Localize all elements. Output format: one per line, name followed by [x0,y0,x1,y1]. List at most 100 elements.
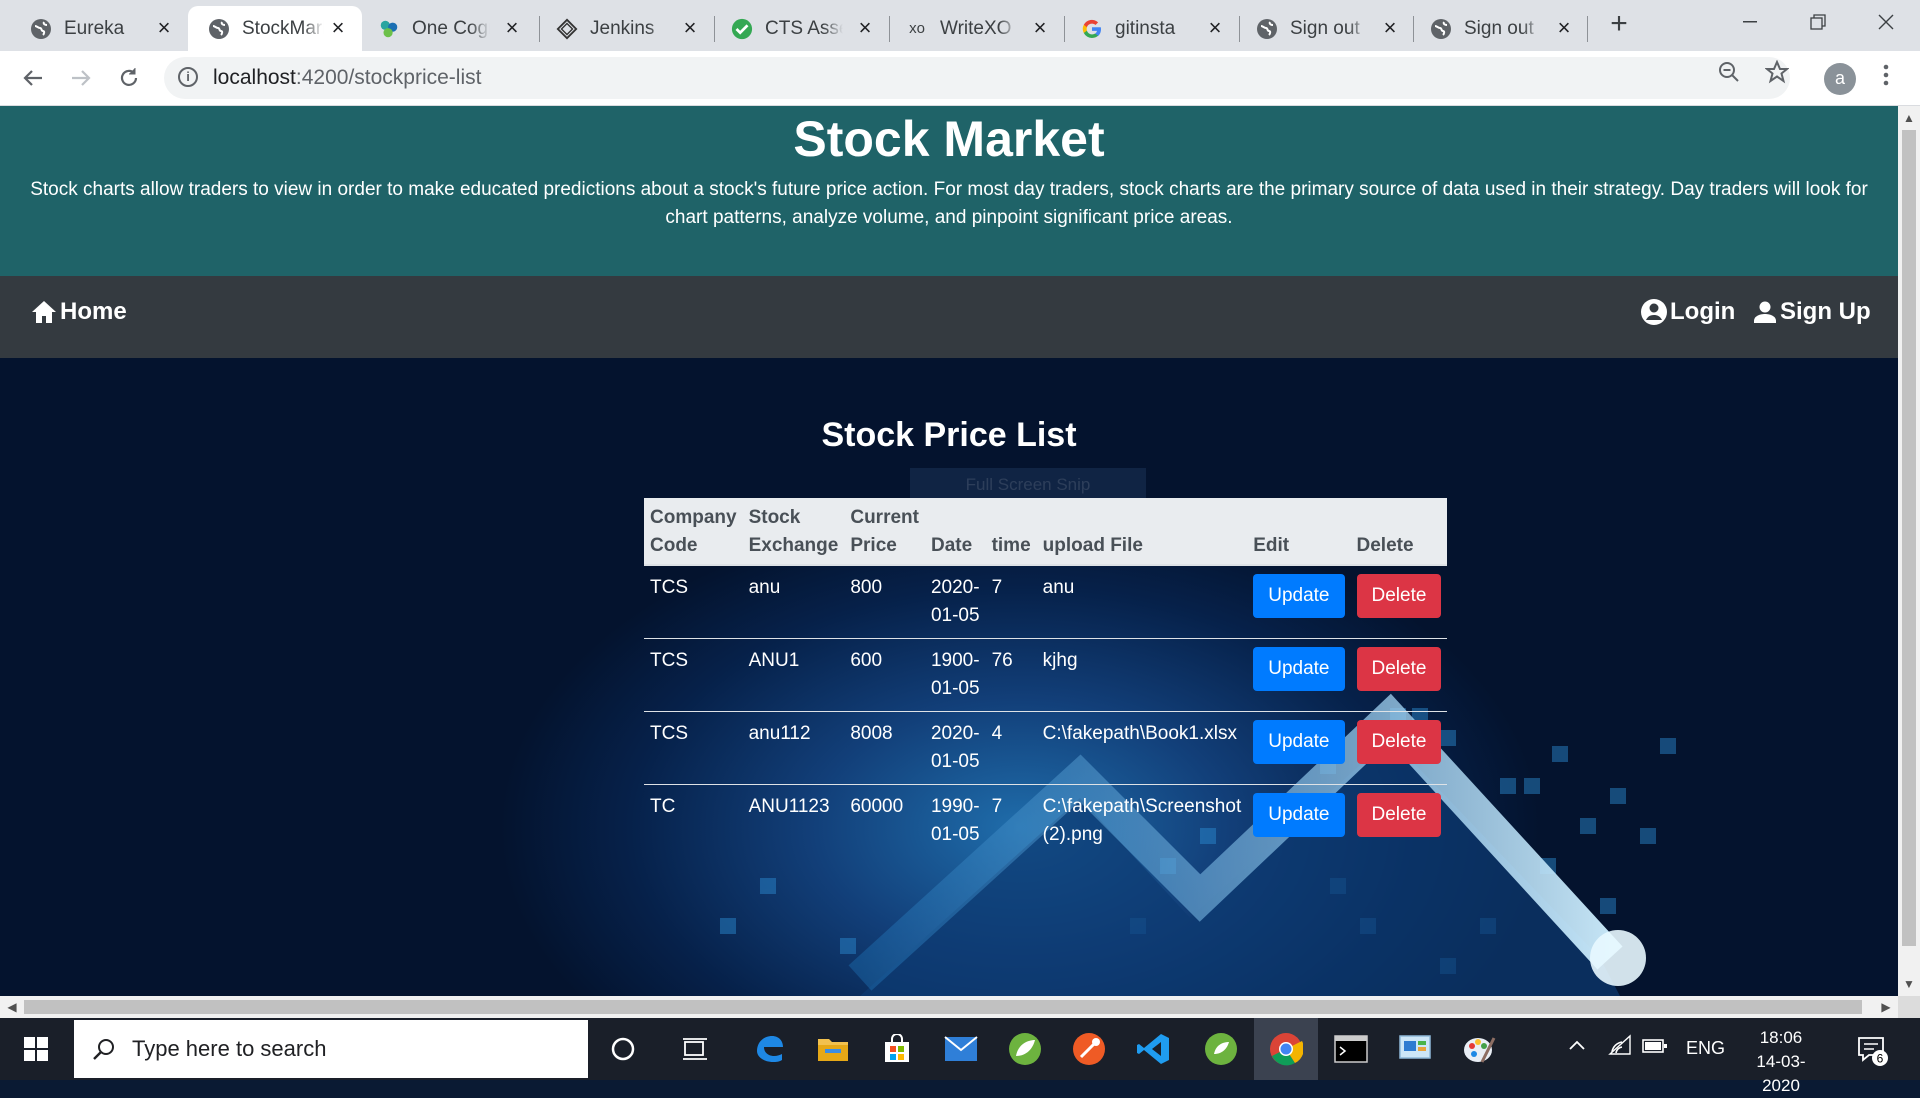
action-center-notification-icon[interactable]: 6 [1856,1034,1888,1066]
cell-upload-file: anu [1042,577,1075,598]
close-tab-icon[interactable]: × [855,17,875,39]
cell-time: 76 [985,638,1037,712]
chrome-icon[interactable] [1265,1028,1307,1070]
zoom-icon[interactable] [1716,59,1742,85]
file-explorer-icon[interactable] [812,1028,854,1070]
edge-browser-icon[interactable] [748,1028,790,1070]
url-text[interactable]: localhost:4200/stockprice-list [213,66,481,90]
cell-upload-file: C:\fakepath\Book1.xlsx [1036,711,1248,785]
close-tab-icon[interactable]: × [1380,17,1400,39]
close-tab-icon[interactable]: × [502,17,522,39]
battery-icon[interactable] [1642,1038,1668,1059]
browser-tab[interactable]: One Cognizant × [362,6,536,51]
reload-icon[interactable] [112,61,146,95]
browser-menu-icon[interactable] [1876,63,1896,93]
scroll-down-arrow-icon[interactable]: ▼ [1903,978,1915,990]
minimize-window-button[interactable] [1716,0,1784,44]
back-arrow-icon[interactable] [16,61,50,95]
spring-boot-icon[interactable] [1200,1028,1242,1070]
delete-button[interactable]: Delete [1356,647,1442,691]
cell-delete: Delete [1350,638,1448,712]
cell-edit: Update [1247,638,1351,712]
cell-upload-file: kjhg [1036,638,1248,712]
close-tab-icon[interactable]: × [1030,17,1050,39]
taskbar-search-box[interactable]: Type here to search [74,1020,588,1078]
restore-window-button[interactable] [1784,0,1852,44]
header-current-price: Current Price [844,498,925,566]
vertical-scroll-thumb[interactable] [1902,130,1916,946]
cell-current-price: 8008 [844,711,925,785]
delete-button[interactable]: Delete [1356,793,1442,837]
xo-icon: xo [909,20,925,37]
windows-logo-icon [24,1037,48,1061]
browser-tab-active[interactable]: StockMarket × [188,6,362,51]
paint-icon[interactable] [1458,1028,1500,1070]
cortana-icon[interactable] [602,1028,644,1070]
cell-time: 7 [985,784,1037,857]
browser-tab[interactable]: Jenkins × [540,6,714,51]
address-bar[interactable]: i localhost:4200/stockprice-list [164,57,1790,99]
cell-company-code: TCS [644,711,743,785]
nav-signup-link[interactable]: Sign Up [1752,298,1871,326]
cell-time: 7 [991,577,1003,598]
browser-tab[interactable]: Sign out × [1414,6,1588,51]
vertical-scrollbar[interactable]: ▲ ▼ [1898,106,1920,996]
browser-tab[interactable]: Eureka × [0,6,188,51]
microsoft-store-icon[interactable] [876,1028,918,1070]
taskbar-search-placeholder: Type here to search [132,1036,327,1061]
show-hidden-icons-chevron-icon[interactable] [1568,1036,1586,1057]
postman-icon[interactable] [1068,1028,1110,1070]
update-button[interactable]: Update [1253,647,1345,691]
header-upload-file: upload File [1036,498,1248,566]
forward-arrow-icon[interactable] [64,61,98,95]
update-button[interactable]: Update [1253,793,1345,837]
cell-edit: Update [1247,565,1350,639]
browser-tab[interactable]: xo WriteXO × [890,6,1064,51]
vscode-icon[interactable] [1132,1028,1174,1070]
scroll-left-arrow-icon[interactable]: ◀ [6,1001,18,1013]
browser-tab[interactable]: CTS Assessment × [715,6,889,51]
windows-taskbar: Type here to search ENG 18:06 14-03-2020… [0,1018,1920,1095]
control-panel-icon[interactable] [1394,1028,1436,1070]
scroll-right-arrow-icon[interactable]: ▶ [1880,1001,1892,1013]
url-host: localhost [213,66,296,89]
close-tab-icon[interactable]: × [1205,17,1225,39]
browser-tab-strip: Eureka × StockMarket × One Cognizant × J… [0,0,1920,51]
close-tab-icon[interactable]: × [1554,17,1574,39]
table-row: TCS ANU1 600 1900- 01-05 76 kjhg Update Delete [644,638,1448,712]
nav-home-link[interactable]: Home [30,298,127,326]
update-button[interactable]: Update [1253,574,1345,618]
horizontal-scroll-thumb[interactable] [24,1000,1862,1014]
close-tab-icon[interactable]: × [154,17,174,39]
task-view-icon[interactable] [674,1028,716,1070]
mail-icon[interactable] [940,1028,982,1070]
delete-button[interactable]: Delete [1356,574,1442,618]
wifi-icon[interactable] [1608,1034,1632,1061]
delete-button[interactable]: Delete [1356,720,1442,764]
input-language[interactable]: ENG [1686,1038,1725,1059]
bookmark-star-icon[interactable] [1764,59,1790,85]
close-tab-icon[interactable]: × [680,17,700,39]
terminal-icon[interactable] [1330,1028,1372,1070]
cell-date: 1900- 01-05 [924,638,986,712]
nav-login-link[interactable]: Login [1640,298,1735,326]
top-navbar: Home Login Sign Up [0,276,1898,358]
profile-avatar[interactable]: a [1824,63,1856,95]
cell-current-price: 600 [844,638,925,712]
site-info-icon[interactable]: i [178,67,198,87]
close-window-button[interactable] [1852,0,1920,44]
system-clock[interactable]: 18:06 14-03-2020 [1744,1026,1818,1098]
spring-tool-icon[interactable] [1004,1028,1046,1070]
cell-time: 4 [985,711,1037,785]
scroll-up-arrow-icon[interactable]: ▲ [1903,112,1915,124]
person-icon [1754,301,1776,323]
browser-tab[interactable]: gitinsta × [1065,6,1239,51]
horizontal-scrollbar[interactable]: ◀ ▶ [0,996,1898,1018]
update-button[interactable]: Update [1253,720,1345,764]
url-path: :4200/stockprice-list [295,66,482,89]
tab-title: Sign out [1464,17,1534,39]
windows-start-button[interactable] [0,1018,72,1080]
browser-tab[interactable]: Sign out × [1240,6,1414,51]
close-tab-icon[interactable]: × [328,17,348,39]
new-tab-button[interactable]: + [1604,9,1634,40]
